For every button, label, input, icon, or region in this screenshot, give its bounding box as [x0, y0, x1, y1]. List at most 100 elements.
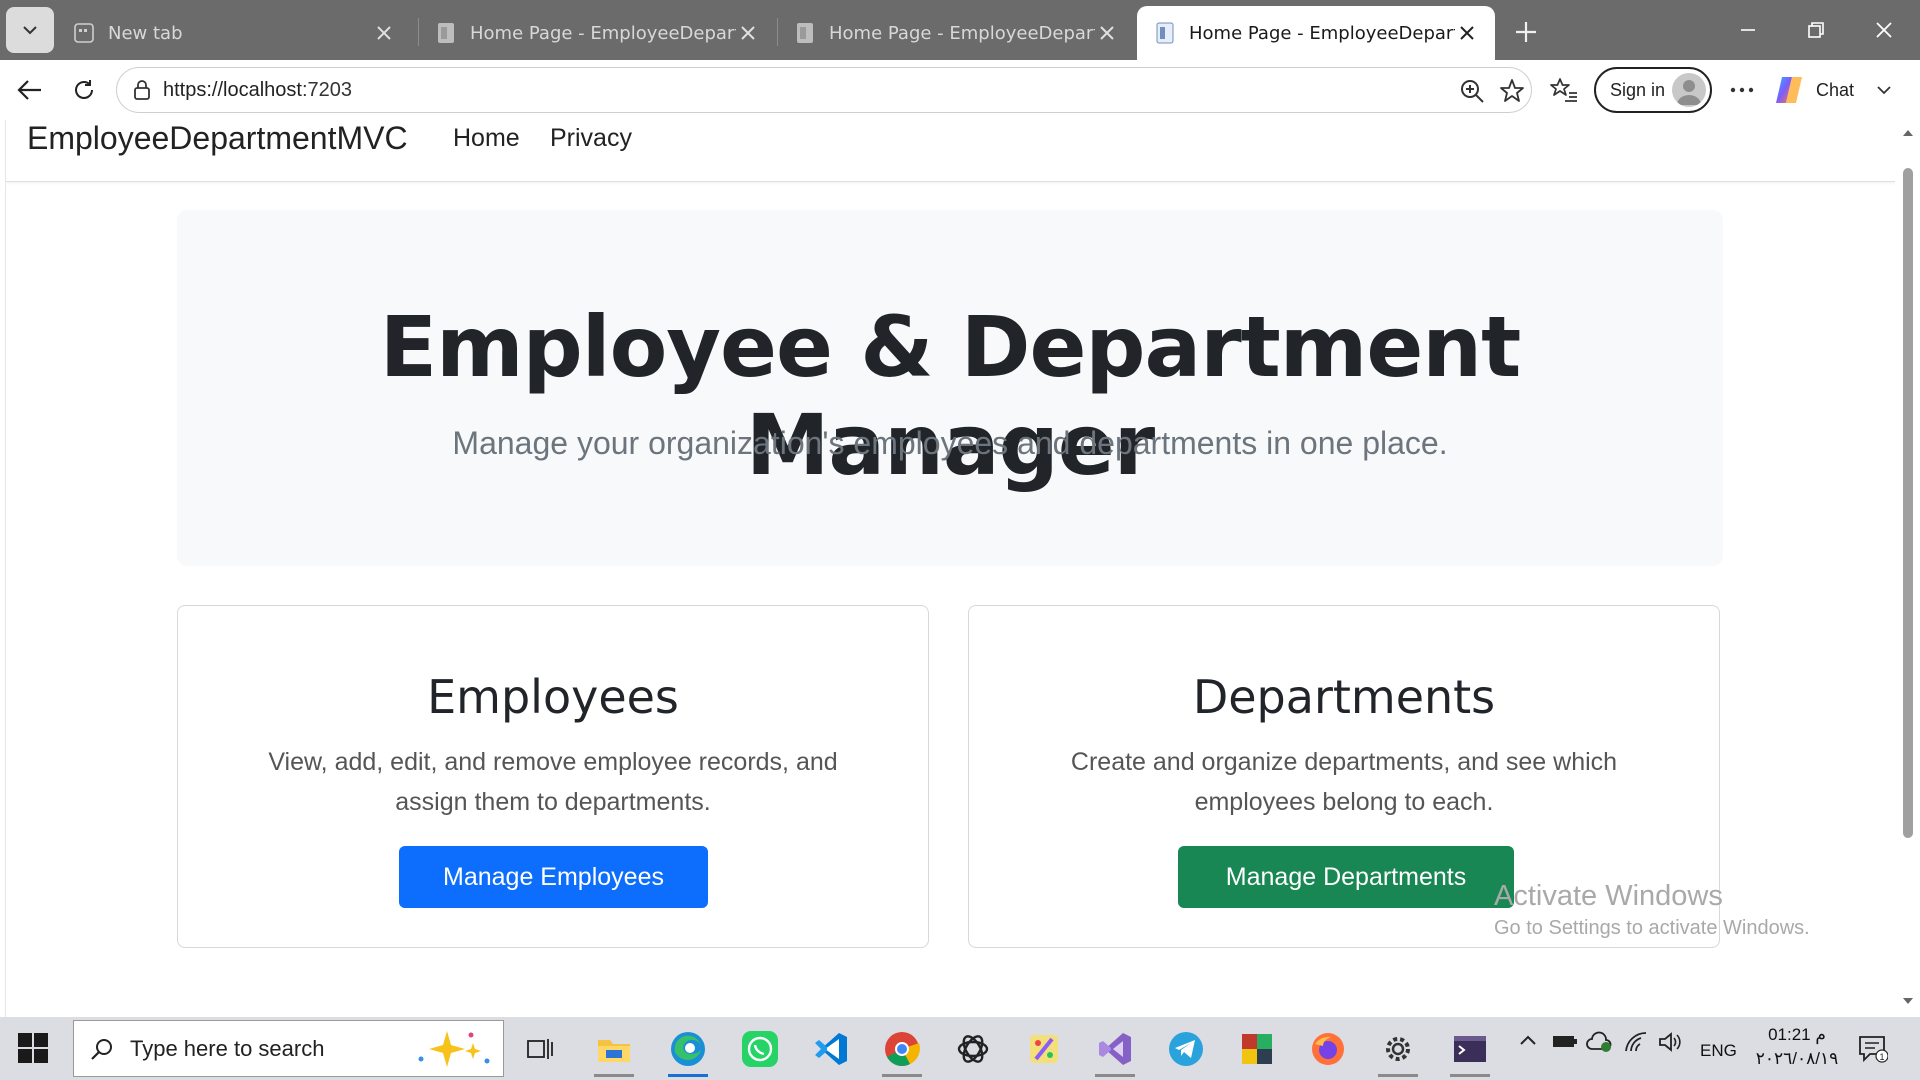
page-title: Employee & Department Manager: [379, 298, 1522, 494]
active-indicator: [668, 1074, 708, 1077]
tab-title: Home Page - EmployeeDepartmen: [1189, 22, 1455, 44]
cloud-sync-icon[interactable]: [1586, 1031, 1612, 1058]
page-subtitle: Manage your organization's employees and…: [452, 425, 1448, 461]
chat-label: Chat: [1816, 79, 1855, 100]
tab-home-page-2[interactable]: Home Page - EmployeeDepartmen: [777, 6, 1135, 60]
chatgpt-icon[interactable]: [949, 1025, 997, 1073]
close-window-button[interactable]: [1856, 8, 1912, 52]
new-tab-button[interactable]: [1508, 14, 1544, 50]
scrollbar-thumb[interactable]: [1903, 168, 1913, 838]
page-icon: [797, 23, 813, 43]
chevron-down-icon: [23, 26, 37, 35]
file-explorer-icon[interactable]: [590, 1025, 638, 1077]
close-icon: [1876, 22, 1892, 38]
avatar: [1672, 73, 1706, 107]
copilot-chat-button[interactable]: Chat: [1772, 68, 1902, 112]
tab-title: Home Page - EmployeeDepartmen: [829, 22, 1095, 44]
chrome-icon[interactable]: [878, 1025, 926, 1077]
windows-start-icon[interactable]: [18, 1033, 48, 1063]
running-indicator: [1095, 1074, 1135, 1077]
minimize-icon: [1741, 29, 1755, 31]
windows-taskbar: Type here to search ENG 01:21 م ٢٠٢٦/٠٨/…: [0, 1017, 1920, 1080]
nav-link-privacy[interactable]: Privacy: [550, 124, 632, 153]
minimize-button[interactable]: [1720, 8, 1776, 52]
card-title: Departments: [1192, 670, 1496, 724]
back-button[interactable]: [12, 72, 48, 108]
close-tab-icon[interactable]: [736, 21, 760, 45]
plus-icon: [1516, 22, 1536, 42]
clock-date: ٢٠٢٦/٠٨/١٩: [1755, 1049, 1839, 1068]
manage-employees-button[interactable]: Manage Employees: [399, 846, 708, 908]
visual-studio-icon[interactable]: [1091, 1025, 1139, 1077]
scroll-down-arrow-icon[interactable]: [1902, 996, 1914, 1006]
copilot-icon: [1776, 77, 1802, 103]
winrar-icon[interactable]: [1233, 1025, 1281, 1073]
scroll-up-arrow-icon[interactable]: [1902, 128, 1914, 138]
telegram-icon[interactable]: [1162, 1025, 1210, 1073]
ellipsis-icon: [1730, 87, 1754, 93]
running-indicator: [1450, 1074, 1490, 1077]
taskbar-clock[interactable]: 01:21 م ٢٠٢٦/٠٨/١٩: [1742, 1023, 1852, 1071]
page-icon: [1156, 22, 1174, 44]
search-icon: [91, 1038, 112, 1060]
firefox-icon[interactable]: [1304, 1025, 1352, 1073]
url-host: https://localhost: [163, 78, 302, 101]
tab-new-tab[interactable]: New tab: [56, 6, 412, 60]
tab-home-page-1[interactable]: Home Page - EmployeeDepartmen: [418, 6, 776, 60]
page-scrollbar[interactable]: [1895, 120, 1920, 1017]
terminal-icon[interactable]: [1446, 1025, 1494, 1077]
page-icon: [438, 23, 454, 43]
reload-button[interactable]: [66, 72, 102, 108]
wifi-icon[interactable]: [1624, 1031, 1648, 1058]
address-bar[interactable]: https://localhost:7203: [116, 67, 1532, 113]
vscode-icon[interactable]: [807, 1025, 855, 1073]
edge-browser-icon[interactable]: [664, 1025, 712, 1077]
svg-text:1: 1: [1879, 1052, 1884, 1062]
show-hidden-icons-chevron-icon[interactable]: [1518, 1031, 1538, 1056]
browser-toolbar: https://localhost:7203 Sign in Chat: [0, 60, 1920, 120]
running-indicator: [1378, 1074, 1418, 1077]
watermark-line-2: Go to Settings to activate Windows.: [1494, 917, 1810, 939]
url-text: https://localhost:7203: [163, 79, 352, 102]
clock-time: 01:21 م: [1768, 1025, 1826, 1044]
new-tab-icon: [74, 23, 94, 43]
paint-app-icon[interactable]: [1020, 1025, 1068, 1073]
battery-icon[interactable]: [1552, 1031, 1578, 1056]
browser-tab-strip: New tab Home Page - EmployeeDepartmen Ho…: [0, 0, 1920, 60]
whatsapp-icon[interactable]: [736, 1025, 784, 1073]
site-brand-link[interactable]: EmployeeDepartmentMVC: [27, 120, 408, 157]
task-view-icon[interactable]: [516, 1025, 564, 1073]
arrow-left-icon: [17, 80, 41, 100]
card-description: Create and organize departments, and see…: [1070, 748, 1618, 816]
settings-gear-icon[interactable]: [1374, 1025, 1422, 1077]
activate-windows-watermark: Activate Windows Go to Settings to activ…: [1494, 880, 1810, 940]
lock-icon: [134, 80, 150, 100]
card-description: View, add, edit, and remove employee rec…: [268, 748, 838, 816]
manage-departments-button[interactable]: Manage Departments: [1178, 846, 1514, 908]
sparkle-icon: [418, 1031, 490, 1067]
zoom-icon[interactable]: [1459, 78, 1485, 108]
tab-actions-menu-button[interactable]: [6, 7, 54, 53]
tab-home-page-active[interactable]: Home Page - EmployeeDepartmen: [1137, 6, 1495, 60]
favorites-button[interactable]: [1546, 72, 1582, 108]
url-port: :7203: [301, 78, 353, 101]
input-language[interactable]: ENG: [1700, 1041, 1737, 1061]
employees-card: Employees View, add, edit, and remove em…: [177, 605, 929, 948]
favorites-list-icon: [1550, 78, 1577, 102]
close-tab-icon[interactable]: [1455, 21, 1479, 45]
taskbar-search-box[interactable]: Type here to search: [73, 1020, 504, 1077]
restore-icon: [1808, 22, 1824, 38]
tab-title: Home Page - EmployeeDepartmen: [470, 22, 736, 44]
tab-title: New tab: [108, 22, 183, 44]
notifications-icon[interactable]: 1: [1858, 1035, 1889, 1068]
card-title: Employees: [427, 670, 679, 724]
close-tab-icon[interactable]: [372, 21, 396, 45]
hero-banner: Employee & Department Manager Manage you…: [177, 210, 1723, 566]
favorite-star-icon[interactable]: [1499, 78, 1525, 108]
close-tab-icon[interactable]: [1095, 21, 1119, 45]
volume-icon[interactable]: [1658, 1031, 1682, 1058]
nav-link-home[interactable]: Home: [453, 124, 520, 153]
sign-in-button[interactable]: Sign in: [1594, 67, 1712, 113]
more-options-button[interactable]: [1724, 72, 1760, 108]
restore-button[interactable]: [1788, 8, 1844, 52]
